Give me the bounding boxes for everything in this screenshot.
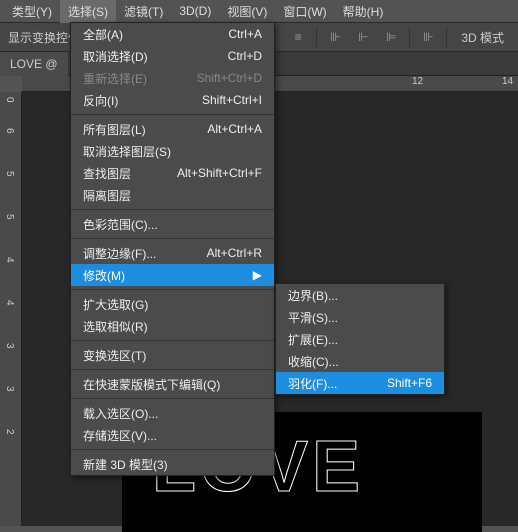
menu-load-selection[interactable]: 载入选区(O)... (71, 402, 274, 424)
menu-refine-edge[interactable]: 调整边缘(F)...Alt+Ctrl+R (71, 242, 274, 264)
separator (409, 27, 410, 47)
document-tab[interactable]: LOVE @ (0, 52, 68, 76)
menu-inverse[interactable]: 反向(I)Shift+Ctrl+I (71, 89, 274, 111)
distribute-icon-2[interactable]: ⊩ (353, 27, 373, 47)
menu-window[interactable]: 窗口(W) (275, 0, 334, 23)
submenu-border[interactable]: 边界(B)... (276, 284, 444, 306)
menu-separator (71, 114, 274, 115)
menu-3d[interactable]: 3D(D) (171, 1, 219, 21)
menu-help[interactable]: 帮助(H) (335, 0, 392, 23)
ruler-tick: 6 (4, 128, 15, 134)
menubar: 类型(Y) 选择(S) 滤镜(T) 3D(D) 视图(V) 窗口(W) 帮助(H… (0, 0, 518, 22)
3d-mode-button[interactable]: 3D 模式 (455, 29, 510, 46)
select-menu-dropdown: 全部(A)Ctrl+A 取消选择(D)Ctrl+D 重新选择(E)Shift+C… (70, 22, 275, 476)
menu-new-3d-model[interactable]: 新建 3D 模型(3) (71, 453, 274, 475)
submenu-smooth[interactable]: 平滑(S)... (276, 306, 444, 328)
ruler-tick: 4 (4, 300, 15, 306)
ruler-tick: 4 (4, 257, 15, 263)
menu-all-layers[interactable]: 所有图层(L)Alt+Ctrl+A (71, 118, 274, 140)
ruler-tick: 3 (4, 343, 15, 349)
align-icon-3[interactable]: ≡ (288, 27, 308, 47)
menu-separator (71, 289, 274, 290)
menu-separator (71, 209, 274, 210)
menu-select-all[interactable]: 全部(A)Ctrl+A (71, 23, 274, 45)
more-icon[interactable]: ⊪ (418, 27, 438, 47)
menu-transform-selection[interactable]: 变换选区(T) (71, 344, 274, 366)
ruler-tick: 5 (4, 171, 15, 177)
separator (446, 27, 447, 47)
modify-submenu: 边界(B)... 平滑(S)... 扩展(E)... 收缩(C)... 羽化(F… (275, 283, 445, 395)
ruler-tick: 0 (4, 97, 15, 103)
menu-type[interactable]: 类型(Y) (4, 0, 60, 23)
separator (316, 27, 317, 47)
menu-isolate-layers[interactable]: 隔离图层 (71, 184, 274, 206)
ruler-tick: 3 (4, 386, 15, 392)
menu-color-range[interactable]: 色彩范围(C)... (71, 213, 274, 235)
menu-similar[interactable]: 选取相似(R) (71, 315, 274, 337)
menu-modify[interactable]: 修改(M)▶ (71, 264, 274, 286)
menu-separator (71, 238, 274, 239)
submenu-expand[interactable]: 扩展(E)... (276, 328, 444, 350)
ruler-tick: 5 (4, 214, 15, 220)
menu-separator (71, 369, 274, 370)
submenu-arrow-icon: ▶ (253, 268, 262, 282)
menu-separator (71, 398, 274, 399)
distribute-icon-3[interactable]: ⊫ (381, 27, 401, 47)
menu-separator (71, 449, 274, 450)
ruler-tick: 2 (4, 429, 15, 435)
menu-view[interactable]: 视图(V) (219, 0, 275, 23)
distribute-icon-1[interactable]: ⊪ (325, 27, 345, 47)
menu-reselect: 重新选择(E)Shift+Ctrl+D (71, 67, 274, 89)
menu-find-layers[interactable]: 查找图层Alt+Shift+Ctrl+F (71, 162, 274, 184)
menu-deselect[interactable]: 取消选择(D)Ctrl+D (71, 45, 274, 67)
submenu-feather[interactable]: 羽化(F)...Shift+F6 (276, 372, 444, 394)
menu-select[interactable]: 选择(S) (60, 0, 116, 23)
menu-filter[interactable]: 滤镜(T) (116, 0, 171, 23)
menu-save-selection[interactable]: 存储选区(V)... (71, 424, 274, 446)
submenu-contract[interactable]: 收缩(C)... (276, 350, 444, 372)
ruler-tick: 14 (502, 76, 513, 87)
menu-quick-mask[interactable]: 在快速蒙版模式下编辑(Q) (71, 373, 274, 395)
ruler-vertical: 0 6 5 5 4 4 3 3 2 (0, 92, 22, 526)
menu-separator (71, 340, 274, 341)
menu-deselect-layers[interactable]: 取消选择图层(S) (71, 140, 274, 162)
ruler-tick: 12 (412, 76, 423, 87)
menu-grow[interactable]: 扩大选取(G) (71, 293, 274, 315)
